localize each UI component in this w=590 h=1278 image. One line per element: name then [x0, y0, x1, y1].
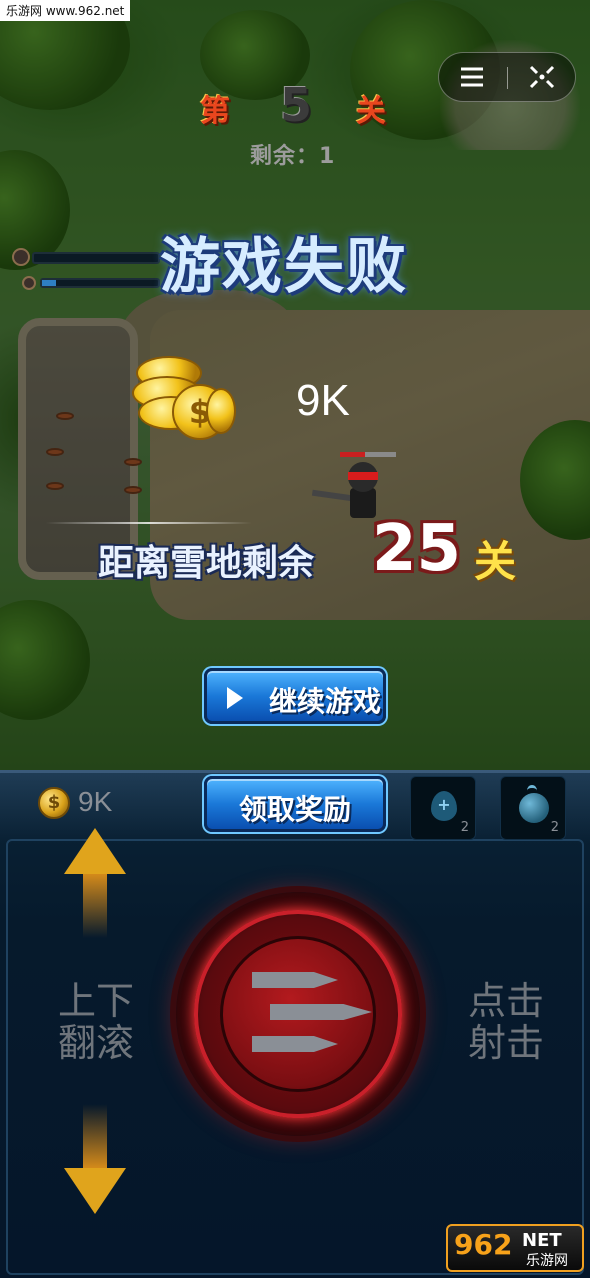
bush — [520, 420, 590, 540]
coin-count: 9K — [78, 786, 113, 817]
snow-distance-levels: 25 — [372, 512, 462, 586]
watermark-top-left: 乐游网 www.962.net — [0, 0, 131, 21]
continue-game-button[interactable]: 继续游戏 — [204, 668, 386, 724]
shoot-label-line2: 射击 — [467, 1021, 544, 1065]
shield-bar — [40, 278, 160, 288]
game-over-title: 游戏失败 — [160, 232, 408, 302]
level-suffix: 关 — [356, 94, 386, 129]
heal-item-count: 2 — [460, 820, 469, 835]
health-bar — [32, 252, 160, 264]
level-prefix: 第 — [200, 94, 230, 129]
claim-reward-label: 领取奖励 — [238, 793, 351, 826]
mini-program-capsule — [438, 52, 576, 102]
shoot-label-line1: 点击 — [467, 979, 544, 1023]
menu-icon — [461, 67, 483, 87]
coin-icon: $ — [38, 787, 70, 819]
target-close-icon — [529, 65, 555, 89]
shield-icon — [22, 276, 36, 290]
enemies-remaining: 剩余：1 — [250, 144, 336, 169]
watermark-logo-net: NET — [522, 1230, 562, 1251]
shield-fill — [42, 280, 56, 286]
coin-pile-icon: $ — [126, 350, 246, 450]
heart-icon — [12, 248, 30, 266]
bomb-icon — [519, 785, 549, 823]
heal-item-slot[interactable]: 2 — [410, 776, 476, 840]
heal-potion-icon — [431, 791, 457, 821]
bomb-item-slot[interactable]: 2 — [500, 776, 566, 840]
capsule-divider — [507, 67, 508, 89]
close-button[interactable] — [509, 53, 575, 101]
bomb-item-count: 2 — [550, 820, 559, 835]
watermark-logo-cn: 乐游网 — [526, 1253, 568, 1269]
watermark-logo-number: 962 — [454, 1228, 513, 1261]
roll-label: 上下 翻滚 — [54, 980, 138, 1064]
play-icon — [227, 687, 243, 709]
snow-distance-unit: 关 — [474, 537, 517, 586]
roll-down-arrow-icon[interactable] — [64, 1104, 126, 1216]
roll-up-arrow-icon[interactable] — [64, 828, 126, 938]
result-divider — [46, 522, 252, 524]
bush — [0, 600, 90, 720]
shoot-label: 点击 射击 — [464, 980, 548, 1064]
roll-label-line1: 上下 — [57, 979, 134, 1023]
continue-game-label: 继续游戏 — [269, 685, 382, 718]
fire-button[interactable] — [176, 892, 420, 1136]
snow-distance-label: 距离雪地剩余 — [98, 543, 315, 584]
reward-amount: 9K — [296, 376, 350, 425]
watermark-logo: 962 NET 乐游网 — [446, 1224, 584, 1272]
level-number: 5 — [280, 78, 313, 132]
roll-label-line2: 翻滚 — [57, 1021, 134, 1065]
claim-reward-button[interactable]: 领取奖励 — [204, 776, 386, 832]
menu-button[interactable] — [439, 53, 505, 101]
